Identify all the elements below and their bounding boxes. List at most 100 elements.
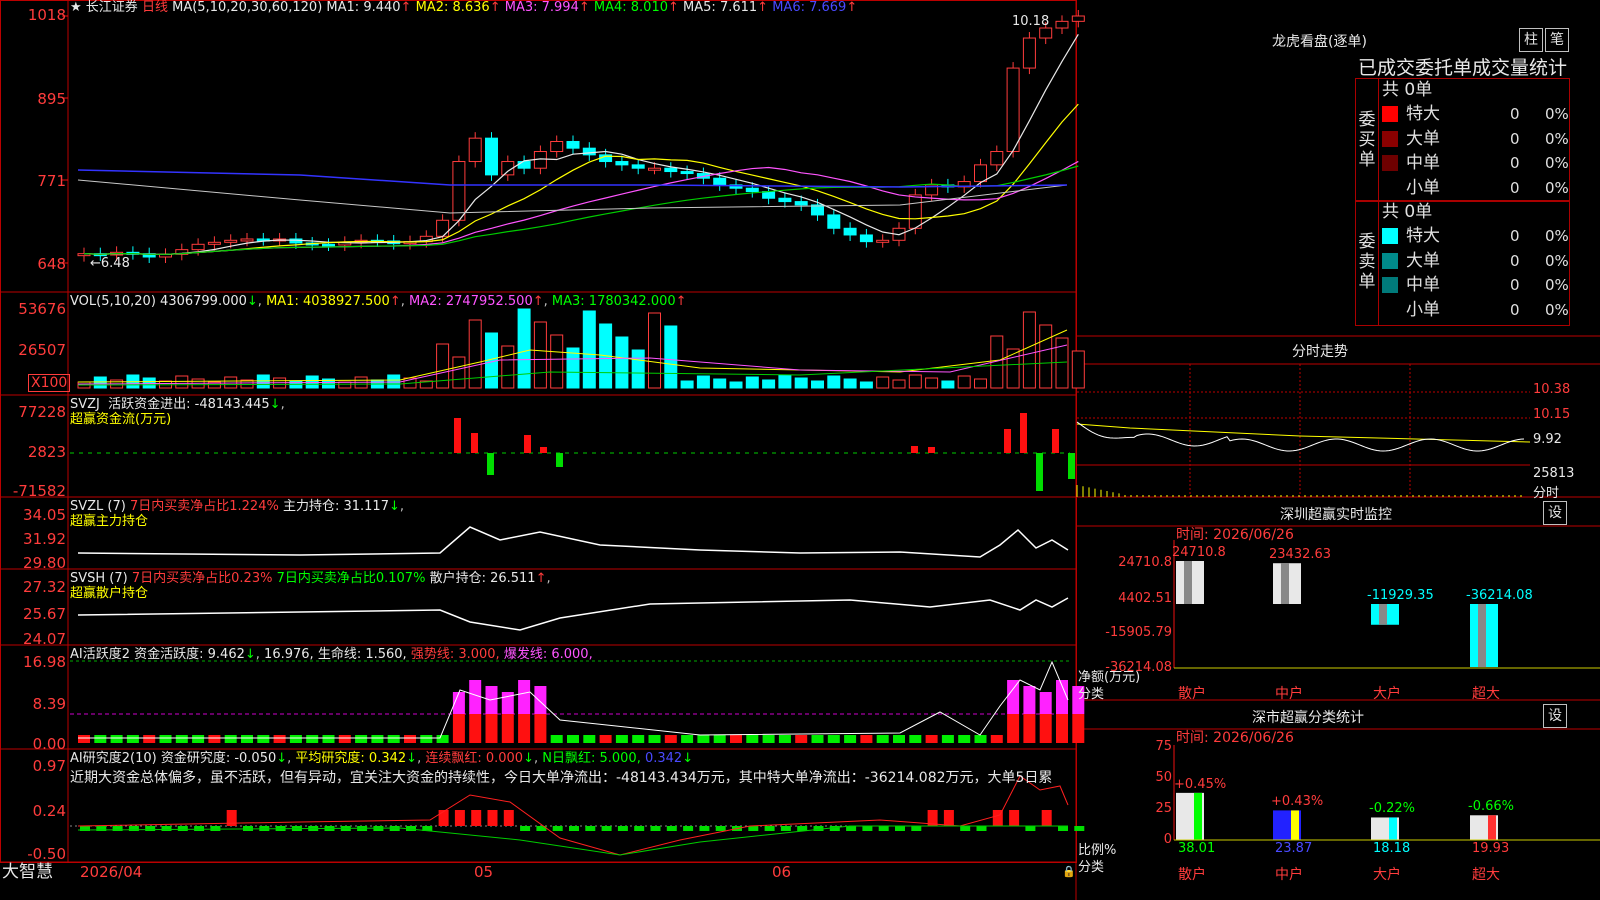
sz-class-change: -0.22% [1369,801,1415,817]
star-icon[interactable]: ★ [70,0,82,15]
brand-label: 大智慧 [2,862,53,882]
candle-body [778,197,792,203]
ai-activity-bar [681,735,694,743]
ai-research-bar [520,826,531,831]
ai-research-bar [780,826,791,831]
price-header: ★ 长江证券 日线 MA(5,10,20,30,60,120) MA1: 9.4… [70,0,858,15]
ai-activity-bar [909,735,922,743]
low-price-label: ←6.48 [90,256,130,271]
volume-bar [713,378,727,389]
ai-activity-bar-top [1023,686,1036,714]
intraday-axis-5: 分时 [1533,486,1560,501]
sell-row-pct: 0% [1545,276,1569,294]
ai-research-bar [1074,826,1085,831]
sz-monitor-title: 深圳超赢实时监控 [1280,507,1392,523]
volume-bar [696,375,710,389]
svzj-bar [540,447,547,453]
ai-activity-axis-3: 0.00 [32,735,66,753]
ai-activity-bar [306,735,319,743]
ai-research-bar [960,826,971,831]
candle-body [1006,67,1020,153]
intraday-title: 分时走势 [1292,344,1348,360]
sz-monitor-settings-button[interactable]: 设 [1543,501,1567,525]
buy-row-name: 小单 [1406,177,1440,198]
ai-activity-bar [1056,714,1068,743]
ai-activity-bar [990,735,1003,743]
buy-row-name: 中单 [1406,153,1440,173]
sz-class-change: +0.43% [1271,794,1324,810]
ai-research-axis-2: 0.24 [32,802,66,820]
buy-swatch [1382,106,1398,122]
vol-title: VOL(5,10,20) [70,294,156,309]
buy-row-name: 特大 [1406,104,1440,124]
svzj-bar [1036,453,1043,491]
ai-research-bar [683,826,694,831]
intraday-axis-4: 25813 [1533,466,1575,481]
lock-icon[interactable]: 🔒 [1062,864,1076,880]
ai-consecutive-red: 连续飘红: 0.000 [425,751,524,766]
ai-activity-bar [1072,714,1085,743]
sz-class-bar-side [1194,792,1202,840]
candle-body [794,201,808,206]
svzl-axis-3: 29.80 [23,554,66,572]
ai-research-bar [862,826,873,831]
bar-mode-button[interactable]: 柱 [1519,28,1543,52]
ai-research-bar [1025,826,1036,831]
date-axis-may: 05 [474,863,494,881]
tick-mode-button[interactable]: 笔 [1545,28,1569,52]
sz-monitor-axis-2: 4402.51 [1118,591,1172,606]
ai-research-bar [911,826,922,831]
ai-research-bar [161,826,172,831]
ma5-value: MA5: 7.611 [683,0,758,15]
ai-activity-bar [697,735,710,743]
volume-bar [908,374,922,389]
sz-monitor-bar-label: 24710.8 [1172,545,1226,560]
ai-activity-bar [974,735,987,743]
ma4-value: MA4: 8.010 [593,0,668,15]
sz-monitor-bar-shade [1379,604,1387,625]
sz-class-bar-side [1389,817,1397,840]
buy-row-pct: 0% [1545,154,1569,172]
ai-activity-name: AI活跃度2 [70,647,130,662]
vol-axis-1: 53676 [18,300,66,318]
sz-monitor-bar-shade [1478,604,1486,668]
volume-bar [338,381,352,389]
ai-activity-bar [925,735,938,743]
ai-research-bar [878,826,889,831]
sz-monitor-bar-label: -36214.08 [1466,588,1533,603]
sz-class-xcap: 分类 [1078,860,1105,875]
period-label[interactable]: 日线 [142,0,168,15]
buy-row-count: 0 [1510,154,1520,172]
vol-unit-badge[interactable]: X100 [28,374,71,392]
volume-bar [533,321,547,389]
ai-research-bar [177,826,188,831]
svzj-bar [556,453,563,467]
buy-row-count: 0 [1510,105,1520,123]
ai-activity-bar [795,735,808,743]
volume-bar [582,310,596,389]
svzj-header: SVZJ 活跃资金进出: -48143.445↓, [70,397,285,412]
ai-activity-bar [175,735,188,743]
ai-activity-bar [126,735,139,743]
candle-body [843,227,857,236]
svzj-bar [1052,429,1059,453]
price-axis-1: 1018 [27,6,66,24]
sz-class-value: 23.87 [1275,841,1313,856]
sz-monitor-bar-shade [1184,561,1192,604]
ai-activity-bar-top [518,680,531,714]
ai-research-bar [471,810,482,826]
ai-activity-bar [1007,714,1020,743]
candle-body [908,194,922,229]
ai-activity-bar [941,735,954,743]
sz-class-settings-button[interactable]: 设 [1543,704,1567,728]
ai-activity-bar [436,735,449,743]
volume-bar [876,376,890,389]
sell-row-count: 0 [1510,276,1520,294]
ai-research-line [77,775,1069,856]
volume-bar [566,347,580,389]
ma2-line [83,103,1079,255]
sz-monitor-axis-1: 24710.8 [1118,555,1172,570]
ai-n-day-red: N日飘红: 5.000, [542,751,641,766]
sz-class-value: 38.01 [1178,841,1216,856]
ai-research-bar [569,826,579,831]
